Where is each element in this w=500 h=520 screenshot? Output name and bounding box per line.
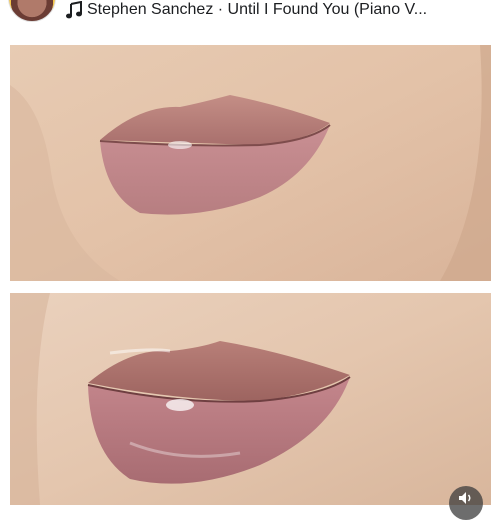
avatar[interactable] [8,0,56,22]
before-photo[interactable] [10,45,491,281]
music-note-icon [66,0,82,19]
song-title[interactable]: Stephen Sanchez · Until I Found You (Pia… [87,0,427,20]
sound-toggle-button[interactable] [449,486,483,520]
after-photo[interactable] [10,293,491,505]
post-header: Stephen Sanchez · Until I Found You (Pia… [0,0,500,30]
